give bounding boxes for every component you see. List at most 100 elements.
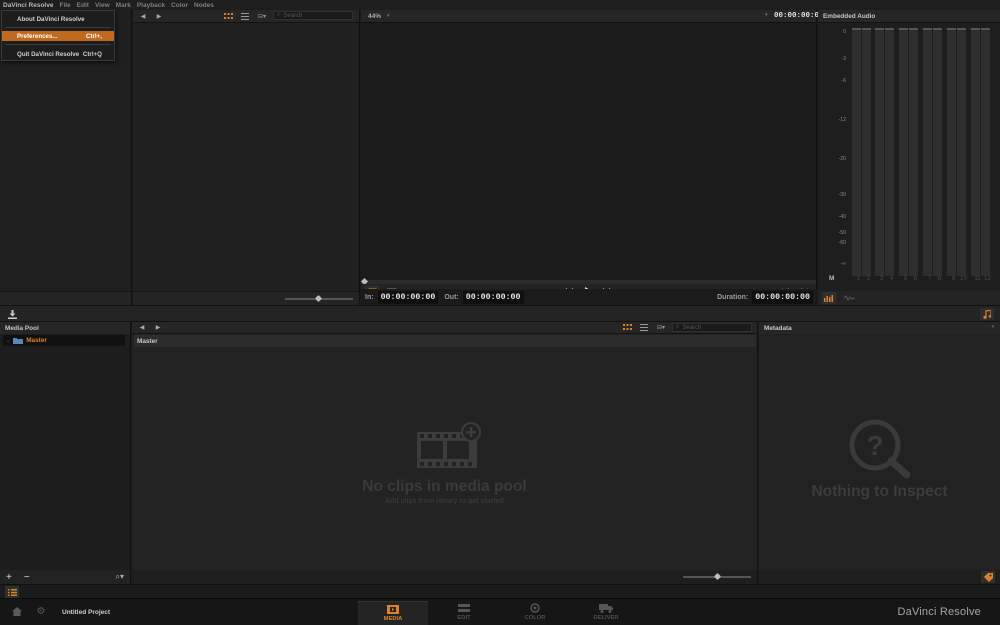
tag-icon[interactable] bbox=[981, 571, 995, 583]
menu-edit[interactable]: Edit bbox=[77, 2, 89, 9]
back-arrow-icon[interactable]: ◀ bbox=[138, 323, 146, 332]
mute-button[interactable]: M bbox=[829, 275, 834, 282]
audio-meters bbox=[850, 28, 994, 290]
meter-channel-2 bbox=[862, 28, 871, 276]
back-arrow-icon[interactable]: ◀ bbox=[139, 12, 147, 21]
out-label: Out: bbox=[444, 293, 459, 301]
deliver-tab-icon bbox=[571, 601, 641, 615]
slider-knob[interactable] bbox=[713, 572, 722, 581]
browser-toolbar: ◀ ▶ ⊟▾ ⌕ Search bbox=[133, 10, 359, 23]
metadata-title: Metadata bbox=[759, 322, 1000, 334]
empty-media-pool: No clips in media pool Add clips from li… bbox=[132, 422, 757, 505]
gear-icon[interactable]: ⚙ bbox=[35, 606, 47, 617]
page-navigation: ⚙ Untitled Project MEDIA EDIT COLOR DELI… bbox=[0, 598, 1000, 625]
chevron-down-icon[interactable]: ⌄ bbox=[6, 338, 10, 344]
meter-channel-4 bbox=[885, 28, 894, 276]
menu-playback[interactable]: Playback bbox=[137, 2, 165, 9]
viewer-header: 44% ▾ ▾ 00:00:00:00 bbox=[361, 10, 824, 23]
search-icon: ⌕ bbox=[676, 324, 680, 330]
slider-knob[interactable] bbox=[314, 294, 323, 303]
media-pool-search-input[interactable]: ⌕ Search bbox=[672, 323, 752, 332]
list-view-icon[interactable] bbox=[639, 323, 649, 332]
in-label: In: bbox=[365, 293, 374, 301]
duration-label: Duration: bbox=[717, 293, 749, 301]
channel-number: 9 bbox=[951, 276, 956, 282]
audio-meter-view-icon[interactable] bbox=[822, 292, 836, 304]
waveform-view-icon[interactable] bbox=[842, 292, 856, 304]
embedded-audio-panel: Embedded Audio 0 -3 -6 -12 -20 -30 -40 -… bbox=[818, 10, 1000, 305]
bottom-strip bbox=[0, 584, 1000, 598]
clip-size-slider[interactable] bbox=[683, 572, 751, 581]
browser-search-input[interactable]: ⌕ Search bbox=[273, 11, 353, 20]
menu-app[interactable]: DaVinci Resolve bbox=[3, 2, 53, 9]
audio-scale-label: -∞ bbox=[840, 261, 846, 267]
meter-channel-5 bbox=[899, 28, 908, 276]
timecode-dropdown-icon[interactable]: ▾ bbox=[765, 12, 768, 18]
import-icon[interactable] bbox=[6, 309, 18, 320]
tab-edit[interactable]: EDIT bbox=[429, 601, 499, 625]
in-timecode[interactable]: 00:00:00:00 bbox=[377, 290, 439, 304]
menu-item-about[interactable]: About DaVinci Resolve bbox=[2, 14, 114, 24]
zoom-level[interactable]: 44% bbox=[368, 13, 381, 20]
channel-number: 10 bbox=[960, 276, 967, 282]
tab-deliver[interactable]: DELIVER bbox=[571, 601, 641, 625]
viewer-screen[interactable] bbox=[361, 23, 816, 280]
browser-search-placeholder: Search bbox=[283, 12, 303, 19]
tab-color[interactable]: COLOR bbox=[500, 601, 570, 625]
audio-music-icon[interactable] bbox=[980, 308, 994, 320]
bin-title: Master bbox=[134, 335, 756, 347]
menu-color[interactable]: Color bbox=[171, 2, 188, 9]
menu-nodes[interactable]: Nodes bbox=[194, 2, 214, 9]
meter-channel-9 bbox=[947, 28, 956, 276]
meter-channel-1 bbox=[852, 28, 861, 276]
metadata-panel: Metadata ▾ ? Nothing to Inspect bbox=[759, 322, 1000, 584]
menu-mark[interactable]: Mark bbox=[116, 2, 131, 9]
media-pool-sidebar-footer: + − ⌕▾ bbox=[0, 570, 130, 584]
tab-media[interactable]: MEDIA bbox=[358, 601, 428, 625]
master-bin[interactable]: ⌄ Master bbox=[3, 335, 125, 346]
forward-arrow-icon[interactable]: ▶ bbox=[154, 323, 162, 332]
meter-channel-11 bbox=[971, 28, 980, 276]
brand-logo-text: DaVinci Resolve bbox=[897, 606, 981, 618]
menu-item-preferences[interactable]: Preferences... Ctrl+, bbox=[2, 31, 114, 41]
grid-view-icon[interactable] bbox=[622, 323, 632, 332]
menu-file[interactable]: File bbox=[59, 2, 70, 9]
inspect-question-icon: ? bbox=[849, 419, 910, 479]
media-tab-icon bbox=[358, 602, 428, 616]
empty-metadata: ? Nothing to Inspect bbox=[759, 417, 1000, 501]
viewer-panel: 44% ▾ ▾ 00:00:00:00 bbox=[360, 10, 824, 305]
channel-number: 12 bbox=[984, 276, 991, 282]
sort-menu-icon[interactable]: ⊟▾ bbox=[255, 12, 269, 21]
list-view-icon[interactable] bbox=[240, 12, 250, 21]
add-bin-icon[interactable]: + bbox=[6, 572, 12, 583]
search-bin-icon[interactable]: ⌕▾ bbox=[116, 572, 125, 582]
channel-number: 11 bbox=[974, 276, 981, 282]
metadata-dropdown-icon[interactable]: ▾ bbox=[991, 324, 994, 330]
audio-footer bbox=[818, 291, 1000, 305]
list-toggle-icon[interactable] bbox=[5, 586, 19, 598]
menu-separator bbox=[5, 44, 111, 45]
channel-number: 7 bbox=[927, 276, 932, 282]
add-clip-icon bbox=[416, 422, 481, 468]
grid-view-icon[interactable] bbox=[223, 12, 233, 21]
audio-scale-label: -3 bbox=[841, 56, 846, 62]
browser-footer bbox=[133, 291, 359, 305]
tab-color-label: COLOR bbox=[524, 615, 546, 621]
out-timecode[interactable]: 00:00:00:00 bbox=[462, 290, 524, 304]
menu-item-quit[interactable]: Quit DaVinci Resolve Ctrl+Q bbox=[2, 49, 114, 59]
menu-view[interactable]: View bbox=[95, 2, 110, 9]
in-out-bar: In: 00:00:00:00 Out: 00:00:00:00 Duratio… bbox=[361, 289, 817, 305]
media-pool-footer bbox=[132, 570, 757, 584]
media-pool-toolbar: ◀ ▶ ⊟▾ ⌕ Search bbox=[132, 322, 757, 334]
remove-bin-icon[interactable]: − bbox=[24, 572, 30, 583]
master-bin-label: Master bbox=[26, 337, 47, 344]
menu-separator bbox=[5, 27, 111, 28]
sort-menu-icon[interactable]: ⊟▾ bbox=[654, 323, 668, 332]
media-pool-main: ◀ ▶ ⊟▾ ⌕ Search Master No clips in media… bbox=[132, 322, 758, 584]
zoom-dropdown-icon[interactable]: ▾ bbox=[387, 13, 390, 19]
audio-title: Embedded Audio bbox=[818, 10, 1000, 23]
thumbnail-size-slider[interactable] bbox=[285, 294, 353, 303]
forward-arrow-icon[interactable]: ▶ bbox=[155, 12, 163, 21]
home-icon[interactable] bbox=[11, 606, 23, 617]
audio-scale-label: -6 bbox=[841, 78, 846, 84]
